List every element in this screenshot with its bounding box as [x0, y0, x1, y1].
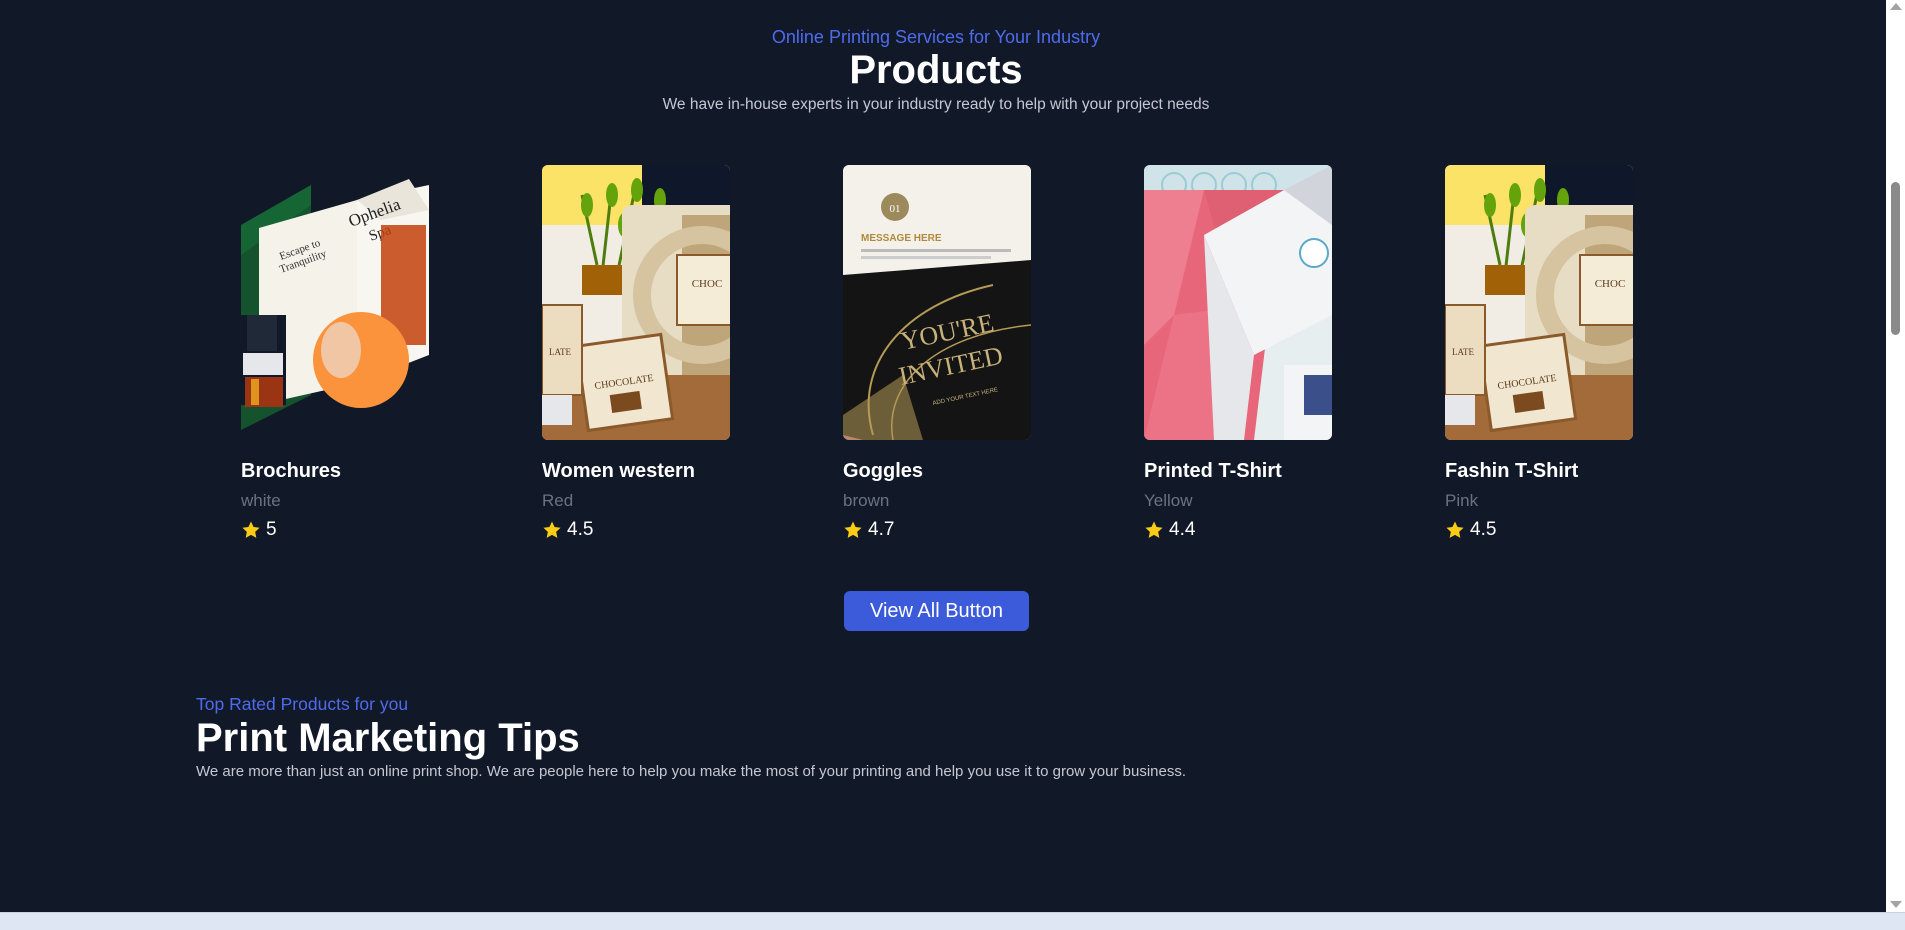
tips-eyebrow: Top Rated Products for you	[196, 694, 409, 714]
product-color: white	[241, 491, 281, 510]
product-rating: 4.4	[1144, 519, 1332, 541]
page: Online Printing Services for Your Indust…	[0, 0, 1886, 912]
chocolate-labels-image[interactable]	[542, 165, 730, 440]
product-name[interactable]: Women western	[542, 460, 730, 483]
rating-value: 4.5	[567, 519, 594, 540]
star-icon	[542, 520, 562, 540]
brochure-image[interactable]: Escape to Tranquility Ophelia Spa	[241, 165, 429, 440]
products-title: Products	[849, 48, 1023, 92]
products-subtitle: We have in-house experts in your industr…	[662, 96, 1210, 113]
tips-subtitle: We are more than just an online print sh…	[196, 763, 1187, 780]
product-color: Yellow	[1144, 491, 1193, 510]
product-color: brown	[843, 491, 890, 510]
rating-value: 4.7	[868, 519, 895, 540]
scroll-up-arrow-icon[interactable]	[1890, 3, 1902, 10]
product-card[interactable]: Women western Red 4.5	[542, 165, 730, 541]
product-rating: 5	[241, 519, 429, 541]
scrollbar-thumb[interactable]	[1891, 182, 1900, 335]
product-name[interactable]: Brochures	[241, 460, 429, 483]
product-name[interactable]: Goggles	[843, 460, 1031, 483]
taskbar	[0, 912, 1905, 930]
view-all-button[interactable]: View All Button	[844, 591, 1029, 631]
rating-value: 5	[266, 519, 277, 540]
rating-value: 4.5	[1470, 519, 1497, 540]
svg-text:MESSAGE HERE: MESSAGE HERE	[861, 233, 942, 244]
product-name[interactable]: Printed T-Shirt	[1144, 460, 1332, 483]
products-eyebrow: Online Printing Services for Your Indust…	[771, 27, 1101, 47]
star-icon	[1445, 520, 1465, 540]
product-card[interactable]: Escape to Tranquility Ophelia Spa Brochu…	[241, 165, 429, 541]
invitation-card-image[interactable]: 01 MESSAGE HERE YOU'RE INVITED ADD YOUR …	[843, 165, 1031, 440]
product-color: Red	[542, 491, 574, 510]
product-card[interactable]: Printed T-Shirt Yellow 4.4	[1144, 165, 1332, 541]
tips-title: Print Marketing Tips	[196, 716, 580, 760]
star-icon	[241, 520, 261, 540]
svg-text:01: 01	[890, 203, 901, 215]
pink-box-image[interactable]	[1144, 165, 1332, 440]
chocolate-labels-image[interactable]	[1445, 165, 1633, 440]
product-card[interactable]: Fashin T-Shirt Pink 4.5	[1445, 165, 1633, 541]
product-rating: 4.7	[843, 519, 1031, 541]
product-rating: 4.5	[542, 519, 730, 541]
rating-value: 4.4	[1169, 519, 1196, 540]
product-card[interactable]: 01 MESSAGE HERE YOU'RE INVITED ADD YOUR …	[843, 165, 1031, 541]
star-icon	[1144, 520, 1164, 540]
product-color: Pink	[1445, 491, 1479, 510]
product-rating: 4.5	[1445, 519, 1633, 541]
scroll-down-arrow-icon[interactable]	[1890, 901, 1902, 908]
star-icon	[843, 520, 863, 540]
product-name[interactable]: Fashin T-Shirt	[1445, 460, 1633, 483]
vertical-scrollbar[interactable]	[1886, 0, 1905, 912]
